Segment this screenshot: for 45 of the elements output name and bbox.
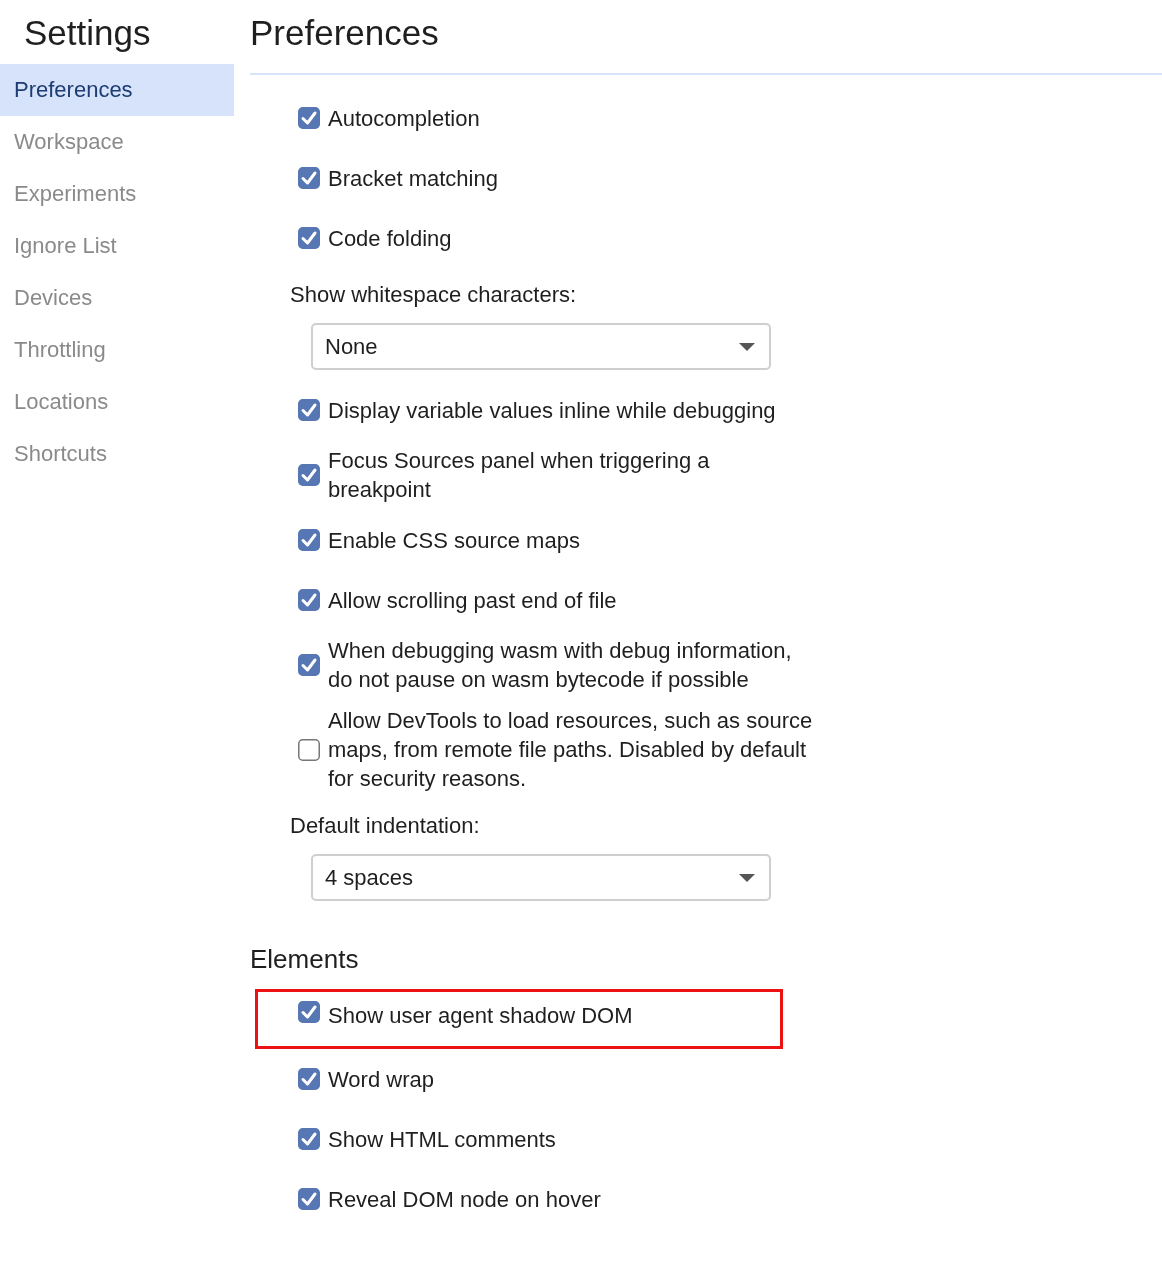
sidebar-item[interactable]: Shortcuts <box>0 428 234 480</box>
checkbox-label: Enable CSS source maps <box>328 526 580 555</box>
dropdown[interactable]: 4 spaces <box>311 854 771 901</box>
sidebar-title: Settings <box>23 12 152 54</box>
sidebar-item[interactable]: Throttling <box>0 324 234 376</box>
checkbox-label: Show HTML comments <box>328 1125 556 1154</box>
section-title: Elements <box>250 943 360 976</box>
checkbox-label: Code folding <box>328 224 452 253</box>
sidebar-item[interactable]: Ignore List <box>0 220 234 272</box>
checkbox[interactable] <box>298 589 320 611</box>
sidebar-item[interactable]: Preferences <box>0 64 234 116</box>
checkbox-label: Show user agent shadow DOM <box>328 1002 633 1030</box>
checkbox[interactable] <box>298 167 320 189</box>
checkbox-label: Word wrap <box>328 1065 434 1094</box>
checkbox-label: Allow scrolling past end of file <box>328 586 617 615</box>
checkbox[interactable] <box>298 107 320 129</box>
checkbox[interactable] <box>298 654 320 676</box>
dropdown-value: None <box>325 333 378 360</box>
checkbox[interactable] <box>298 227 320 249</box>
sidebar-item[interactable]: Experiments <box>0 168 234 220</box>
checkbox[interactable] <box>298 1001 320 1023</box>
checkbox-label: When debugging wasm with debug information, do not pause on wasm bytecode if possible <box>328 637 792 694</box>
checkbox-label: Autocompletion <box>328 104 480 133</box>
checkbox-label: Display variable values inline while debugging <box>328 396 776 425</box>
dropdown-value: 4 spaces <box>325 864 414 891</box>
checkbox[interactable] <box>298 1068 320 1090</box>
sidebar-item[interactable]: Workspace <box>0 116 234 168</box>
checkbox[interactable] <box>298 1128 320 1150</box>
checkbox-label: Focus Sources panel when triggering a breakpoint <box>328 447 710 504</box>
field-label: Default indentation: <box>289 812 481 840</box>
checkbox[interactable] <box>298 529 320 551</box>
checkbox[interactable] <box>298 1188 320 1210</box>
caret-icon <box>739 873 755 882</box>
sidebar-item[interactable]: Locations <box>0 376 234 428</box>
field-label: Show whitespace characters: <box>289 281 578 309</box>
checkbox-label: Reveal DOM node on hover <box>328 1185 601 1214</box>
sidebar-item[interactable]: Devices <box>0 272 234 324</box>
checkbox[interactable] <box>298 464 320 486</box>
dropdown[interactable]: None <box>311 323 771 370</box>
caret-icon <box>739 342 755 351</box>
checkbox[interactable] <box>298 399 320 421</box>
checkbox[interactable] <box>298 738 320 761</box>
checkbox-label: Allow DevTools to load resources, such as source maps, from remote file paths. Disabled by default for security reasons. <box>328 707 813 793</box>
page-title: Preferences <box>250 0 1162 75</box>
checkbox-label: Bracket matching <box>328 164 498 193</box>
